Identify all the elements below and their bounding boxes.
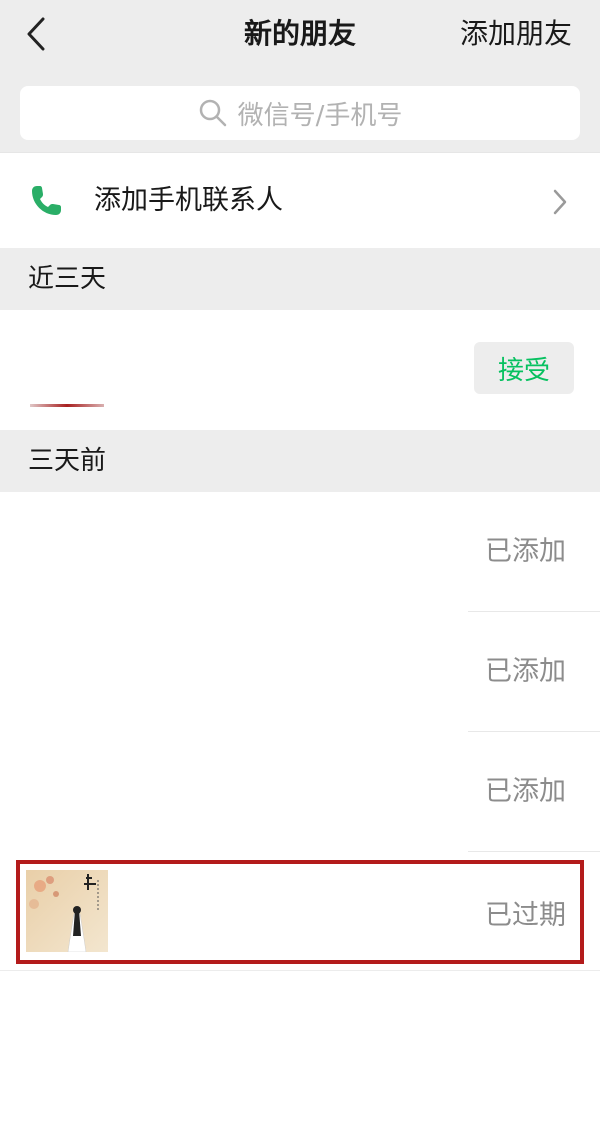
list-item[interactable]: 已添加: [0, 612, 600, 732]
highlight-box: [16, 860, 584, 964]
section-header-recent: 近三天: [0, 248, 600, 310]
status-label: 已添加: [485, 656, 566, 687]
list-item[interactable]: 已添加: [0, 492, 600, 612]
status-label: 已添加: [485, 536, 566, 567]
add-friend-button[interactable]: 添加朋友: [460, 14, 572, 54]
top-bar: 新的朋友 添加朋友 微信号/手机号: [0, 0, 600, 152]
add-phone-contacts-row[interactable]: 添加手机联系人: [0, 152, 600, 248]
search-input[interactable]: 微信号/手机号: [20, 86, 580, 140]
list-bottom-divider: [0, 970, 600, 971]
search-icon: [199, 99, 226, 127]
phone-icon: [32, 186, 61, 215]
section-header-earlier: 三天前: [0, 430, 600, 492]
chevron-right-icon: [553, 189, 567, 215]
status-label: 已添加: [485, 776, 566, 807]
list-item[interactable]: 已添加: [0, 732, 600, 852]
search-placeholder: 微信号/手机号: [237, 100, 403, 131]
avatar-fragment: [30, 404, 104, 407]
accept-button[interactable]: 接受: [474, 342, 574, 394]
add-phone-contacts-label: 添加手机联系人: [94, 185, 283, 216]
